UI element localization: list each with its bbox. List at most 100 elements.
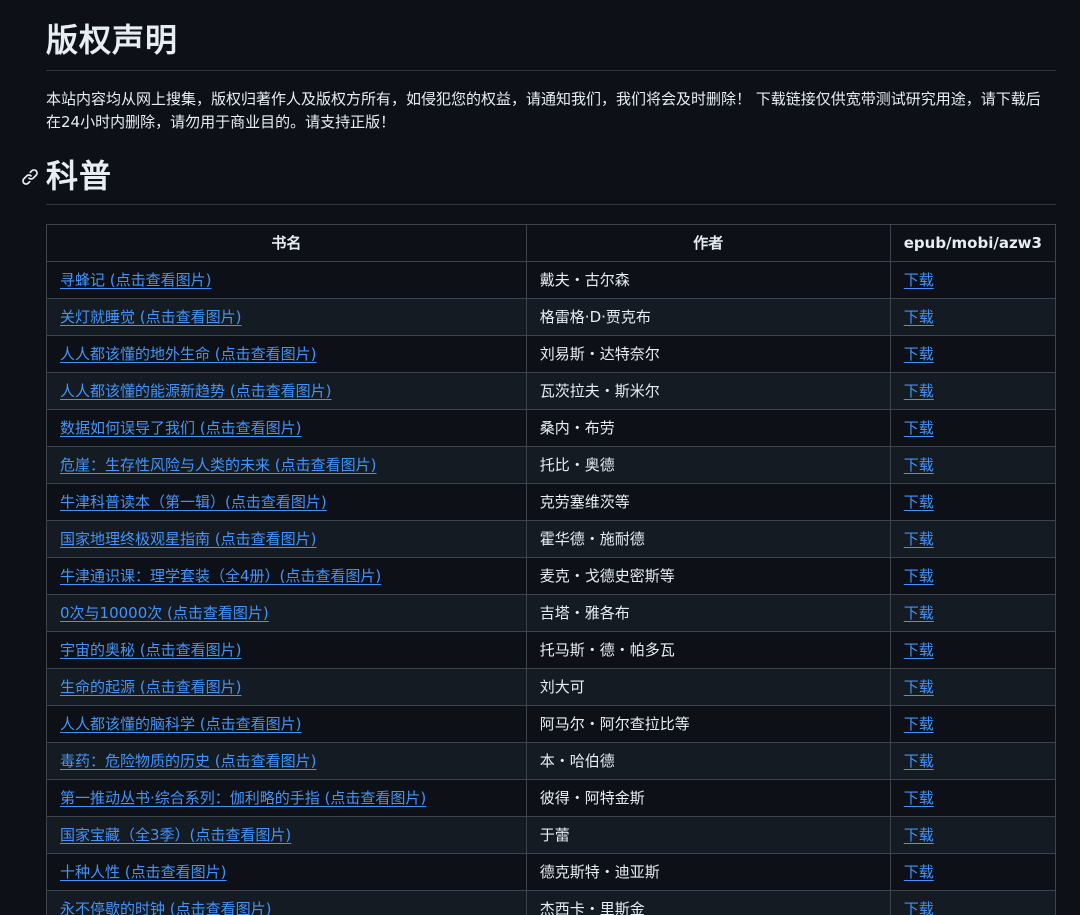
cell-author: 刘易斯・达特奈尔 (525, 335, 891, 373)
cell-author: 格雷格·D·贾克布 (525, 298, 891, 336)
book-title-link[interactable]: 国家地理终极观星指南 (点击查看图片) (60, 530, 316, 548)
cell-download: 下载 (889, 890, 1057, 915)
cell-author: 戴夫・古尔森 (525, 261, 891, 299)
table-row: 毒药：危险物质的历史 (点击查看图片) 本・哈伯德 下载 (46, 742, 1057, 780)
download-link[interactable]: 下载 (904, 863, 934, 881)
cell-download: 下载 (889, 298, 1057, 336)
table-row: 第一推动丛书·综合系列：伽利略的手指 (点击查看图片) 彼得・阿特金斯 下载 (46, 779, 1057, 817)
cell-title: 数据如何误导了我们 (点击查看图片) (46, 409, 527, 447)
cell-author: 刘大可 (525, 668, 891, 706)
cell-author: 于蕾 (525, 816, 891, 854)
table-row: 牛津科普读本（第一辑）(点击查看图片) 克劳塞维茨等 下载 (46, 483, 1057, 521)
download-link[interactable]: 下载 (904, 678, 934, 696)
download-link[interactable]: 下载 (904, 271, 934, 289)
books-table: 书名 作者 epub/mobi/azw3 寻蜂记 (点击查看图片) 戴夫・古尔森下… (46, 224, 1057, 915)
header-title: 书名 (46, 224, 527, 262)
table-row: 国家宝藏（全3季）(点击查看图片) 于蕾 下载 (46, 816, 1057, 854)
table-row: 十种人性 (点击查看图片) 德克斯特・迪亚斯 下载 (46, 853, 1057, 891)
cell-title: 生命的起源 (点击查看图片) (46, 668, 527, 706)
cell-author: 麦克・戈德史密斯等 (525, 557, 891, 595)
link-icon[interactable] (21, 168, 39, 186)
download-link[interactable]: 下载 (904, 789, 934, 807)
cell-download: 下载 (889, 372, 1057, 410)
cell-author: 德克斯特・迪亚斯 (525, 853, 891, 891)
cell-author: 霍华德・施耐德 (525, 520, 891, 558)
cell-title: 人人都该懂的地外生命 (点击查看图片) (46, 335, 527, 373)
book-title-link[interactable]: 牛津通识课：理学套装（全4册）(点击查看图片) (60, 567, 381, 585)
download-link[interactable]: 下载 (904, 604, 934, 622)
download-link[interactable]: 下载 (904, 826, 934, 844)
copyright-notice: 本站内容均从网上搜集，版权归著作人及版权方所有，如侵犯您的权益，请通知我们，我们… (46, 90, 1041, 131)
cell-author: 托马斯・德・帕多瓦 (525, 631, 891, 669)
cell-download: 下载 (889, 446, 1057, 484)
download-link[interactable]: 下载 (904, 493, 934, 511)
cell-title: 牛津通识课：理学套装（全4册）(点击查看图片) (46, 557, 527, 595)
table-row: 0次与10000次 (点击查看图片) 吉塔・雅各布 下载 (46, 594, 1057, 632)
table-row: 国家地理终极观星指南 (点击查看图片) 霍华德・施耐德 下载 (46, 520, 1057, 558)
download-link[interactable]: 下载 (904, 456, 934, 474)
book-title-link[interactable]: 数据如何误导了我们 (点击查看图片) (60, 419, 301, 437)
cell-download: 下载 (889, 668, 1057, 706)
cell-download: 下载 (889, 409, 1057, 447)
cell-download: 下载 (889, 557, 1057, 595)
book-title-link[interactable]: 人人都该懂的地外生命 (点击查看图片) (60, 345, 316, 363)
cell-author: 托比・奥德 (525, 446, 891, 484)
cell-download: 下载 (889, 335, 1057, 373)
book-title-link[interactable]: 毒药：危险物质的历史 (点击查看图片) (60, 752, 316, 770)
cell-download: 下载 (889, 261, 1057, 299)
book-title-link[interactable]: 宇宙的奥秘 (点击查看图片) (60, 641, 241, 659)
book-title-link[interactable]: 人人都该懂的能源新趋势 (点击查看图片) (60, 382, 331, 400)
download-link[interactable]: 下载 (904, 345, 934, 363)
section-title: 科普 (46, 157, 113, 195)
cell-title: 国家地理终极观星指南 (点击查看图片) (46, 520, 527, 558)
cell-download: 下载 (889, 594, 1057, 632)
download-link[interactable]: 下载 (904, 308, 934, 326)
download-link[interactable]: 下载 (904, 567, 934, 585)
download-link[interactable]: 下载 (904, 530, 934, 548)
download-link[interactable]: 下载 (904, 641, 934, 659)
table-row: 数据如何误导了我们 (点击查看图片) 桑内・布劳 下载 (46, 409, 1057, 447)
book-title-link[interactable]: 危崖：生存性风险与人类的未来 (点击查看图片) (60, 456, 376, 474)
book-title-link[interactable]: 第一推动丛书·综合系列：伽利略的手指 (点击查看图片) (60, 789, 426, 807)
book-title-link[interactable]: 牛津科普读本（第一辑）(点击查看图片) (60, 493, 327, 511)
cell-title: 人人都该懂的能源新趋势 (点击查看图片) (46, 372, 527, 410)
cell-download: 下载 (889, 483, 1057, 521)
download-link[interactable]: 下载 (904, 900, 934, 915)
cell-download: 下载 (889, 520, 1057, 558)
table-row: 关灯就睡觉 (点击查看图片) 格雷格·D·贾克布 下载 (46, 298, 1057, 336)
book-title-link[interactable]: 生命的起源 (点击查看图片) (60, 678, 241, 696)
cell-title: 宇宙的奥秘 (点击查看图片) (46, 631, 527, 669)
cell-title: 第一推动丛书·综合系列：伽利略的手指 (点击查看图片) (46, 779, 527, 817)
download-link[interactable]: 下载 (904, 715, 934, 733)
cell-author: 杰西卡・里斯金 (525, 890, 891, 915)
download-link[interactable]: 下载 (904, 382, 934, 400)
book-title-link[interactable]: 国家宝藏（全3季）(点击查看图片) (60, 826, 291, 844)
table-row: 人人都该懂的脑科学 (点击查看图片) 阿马尔・阿尔查拉比等 下载 (46, 705, 1057, 743)
book-title-link[interactable]: 人人都该懂的脑科学 (点击查看图片) (60, 715, 301, 733)
book-title-link[interactable]: 永不停歇的时钟 (点击查看图片) (60, 900, 271, 915)
cell-download: 下载 (889, 705, 1057, 743)
cell-author: 吉塔・雅各布 (525, 594, 891, 632)
table-row: 人人都该懂的能源新趋势 (点击查看图片) 瓦茨拉夫・斯米尔 下载 (46, 372, 1057, 410)
book-title-link[interactable]: 0次与10000次 (点击查看图片) (60, 604, 269, 622)
cell-author: 瓦茨拉夫・斯米尔 (525, 372, 891, 410)
download-link[interactable]: 下载 (904, 419, 934, 437)
cell-title: 国家宝藏（全3季）(点击查看图片) (46, 816, 527, 854)
cell-download: 下载 (889, 631, 1057, 669)
table-row: 寻蜂记 (点击查看图片) 戴夫・古尔森 下载 (46, 261, 1057, 299)
cell-title: 危崖：生存性风险与人类的未来 (点击查看图片) (46, 446, 527, 484)
cell-title: 毒药：危险物质的历史 (点击查看图片) (46, 742, 527, 780)
cell-author: 克劳塞维茨等 (525, 483, 891, 521)
book-title-link[interactable]: 十种人性 (点击查看图片) (60, 863, 226, 881)
cell-download: 下载 (889, 816, 1057, 854)
download-link[interactable]: 下载 (904, 752, 934, 770)
cell-title: 关灯就睡觉 (点击查看图片) (46, 298, 527, 336)
cell-title: 十种人性 (点击查看图片) (46, 853, 527, 891)
book-title-link[interactable]: 关灯就睡觉 (点击查看图片) (60, 308, 241, 326)
header-author: 作者 (525, 224, 891, 262)
main-content: 版权声明 本站内容均从网上搜集，版权归著作人及版权方所有，如侵犯您的权益，请通知… (22, 0, 1057, 915)
section-heading: 科普 (22, 156, 1056, 205)
table-row: 危崖：生存性风险与人类的未来 (点击查看图片) 托比・奥德 下载 (46, 446, 1057, 484)
cell-author: 彼得・阿特金斯 (525, 779, 891, 817)
book-title-link[interactable]: 寻蜂记 (点击查看图片) (60, 271, 211, 289)
